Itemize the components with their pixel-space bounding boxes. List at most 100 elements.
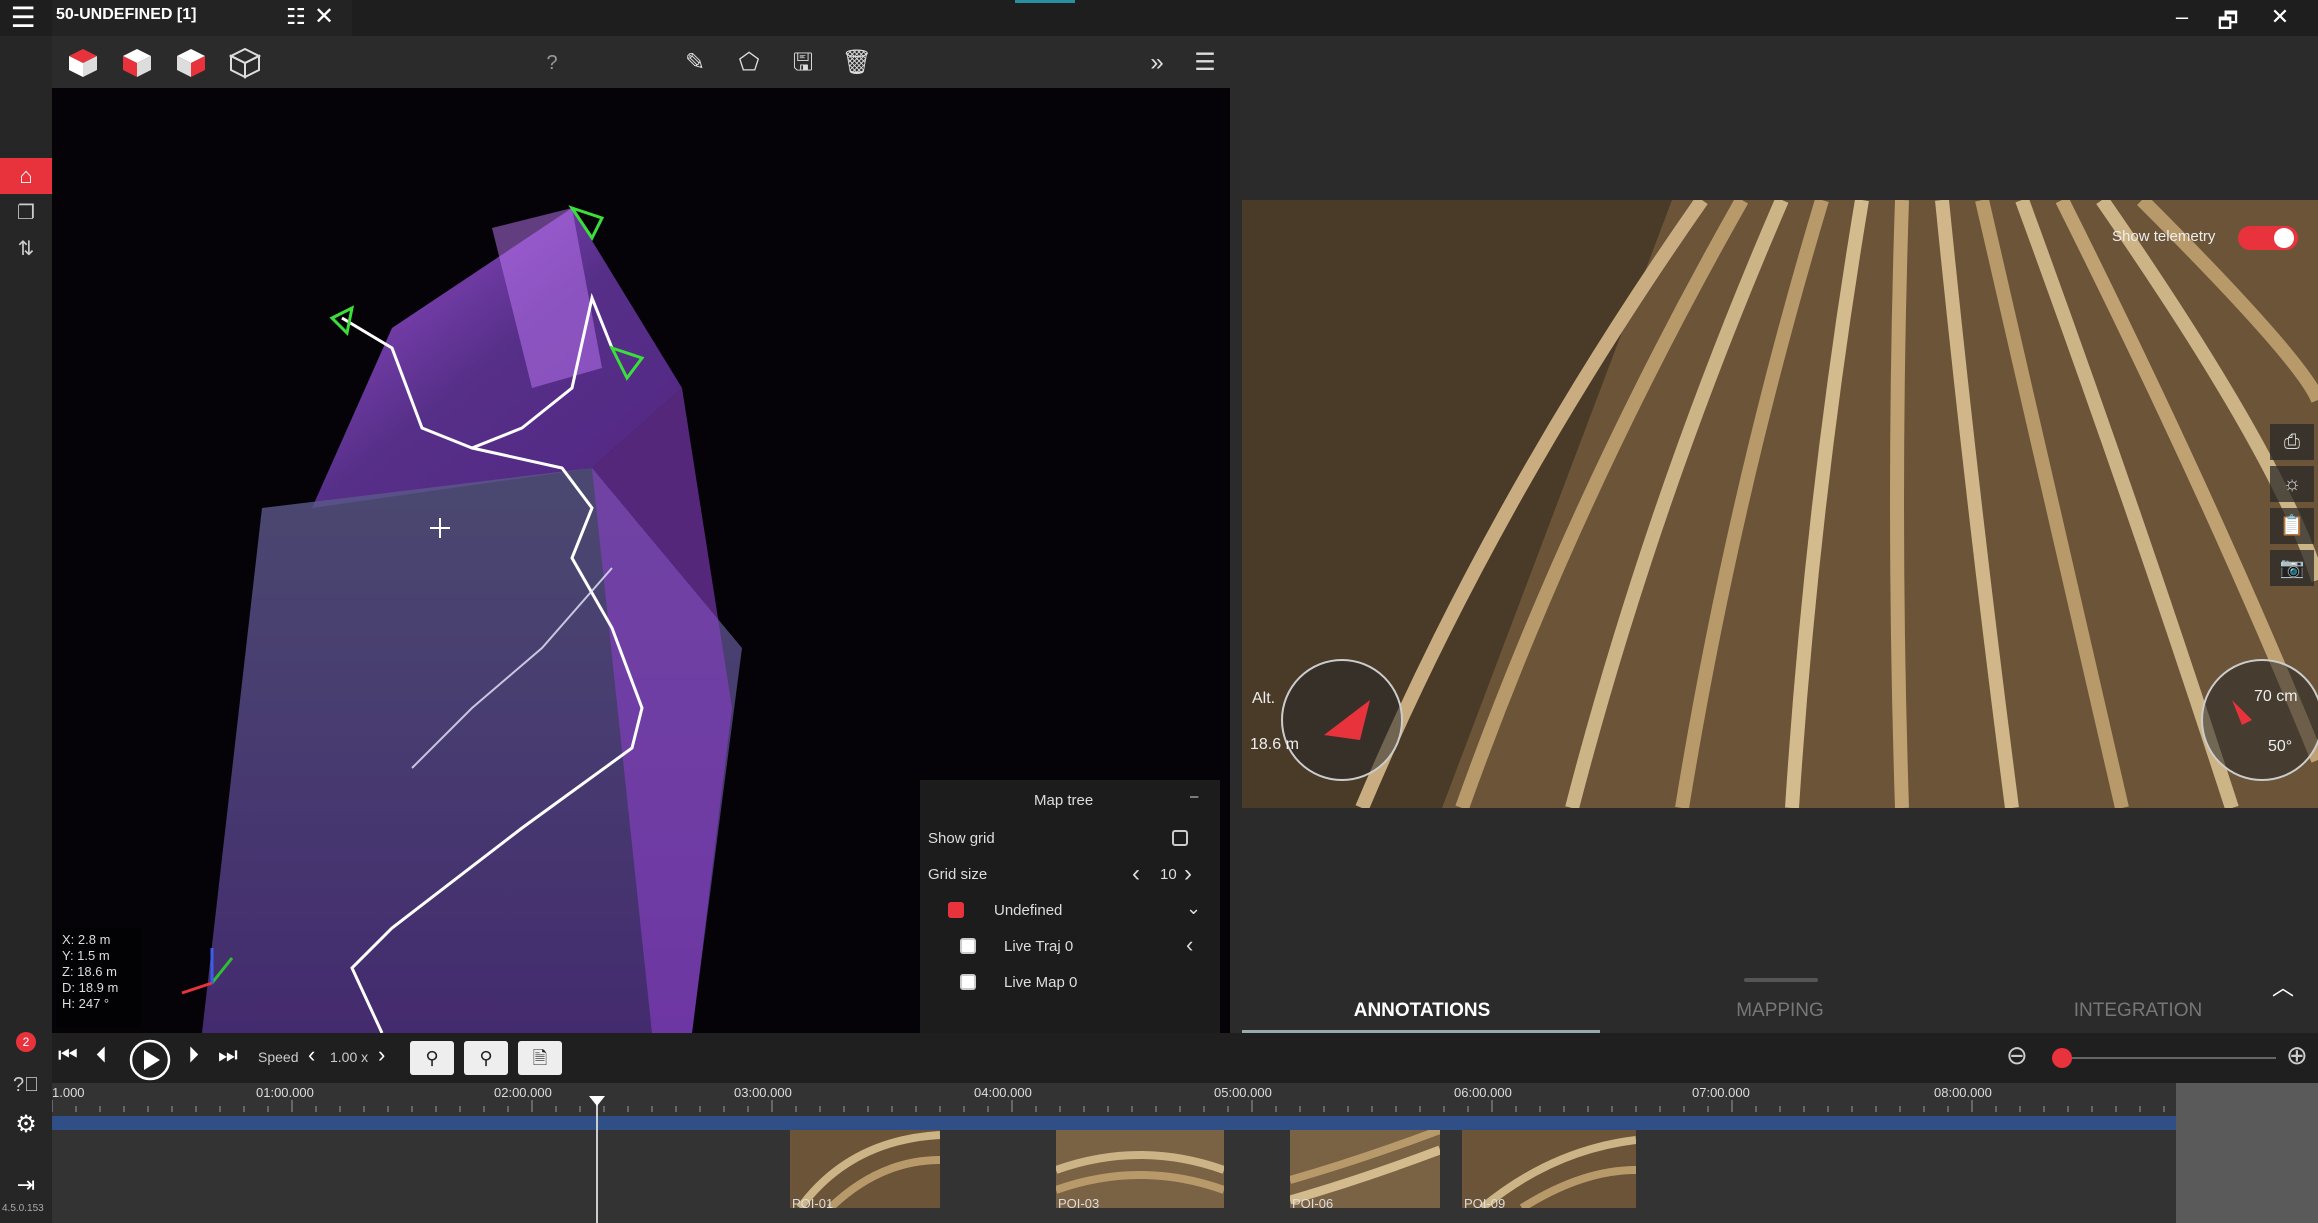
grid-size-label: Grid size bbox=[928, 866, 988, 883]
speed-increase-icon[interactable]: › bbox=[378, 1042, 385, 1068]
tick-label: 08:00.000 bbox=[1934, 1085, 1992, 1100]
tick-label: 07:00.000 bbox=[1692, 1085, 1750, 1100]
grid-size-increase-icon[interactable]: › bbox=[1184, 860, 1192, 888]
altitude-value: 18.6 m bbox=[1250, 736, 1299, 753]
step-forward-icon[interactable]: ⏵ bbox=[188, 1042, 199, 1068]
pencil-icon[interactable]: ✎ bbox=[678, 46, 712, 80]
add-poi-icon[interactable]: ⚲ bbox=[410, 1041, 454, 1075]
coord-h: H: 247 ° bbox=[62, 996, 110, 1011]
altitude-label: Alt. bbox=[1252, 690, 1276, 707]
gear-icon[interactable]: ⚙ bbox=[8, 1110, 44, 1138]
distance-value: 70 cm bbox=[2254, 688, 2298, 705]
toggle-knob bbox=[2274, 228, 2294, 248]
tick-label: 01:00.000 bbox=[256, 1085, 314, 1100]
view-cube-side-icon[interactable] bbox=[174, 46, 208, 80]
camera-feed[interactable] bbox=[1242, 200, 2318, 808]
step-back-icon[interactable]: ⏴ bbox=[96, 1042, 107, 1068]
polygon-icon[interactable]: ⬠ bbox=[732, 46, 766, 80]
light-icon[interactable]: ☼ bbox=[2270, 466, 2314, 502]
help-icon[interactable]: ?⃝ bbox=[8, 1074, 44, 1102]
chevron-left-icon[interactable]: ‹ bbox=[1186, 932, 1193, 958]
tick-label: 04:00.000 bbox=[974, 1085, 1032, 1100]
timeline-ruler bbox=[52, 1100, 2165, 1112]
camera-image bbox=[1242, 200, 2318, 808]
tick-label: 05:00.000 bbox=[1214, 1085, 1272, 1100]
list-icon[interactable]: ☷ bbox=[286, 4, 306, 30]
view-cube-top-icon[interactable] bbox=[66, 46, 100, 80]
tab-close-icon[interactable]: ✕ bbox=[314, 2, 334, 31]
coordinates-readout: X: 2.8 m Y: 1.5 m Z: 18.6 m D: 18.9 m H:… bbox=[56, 928, 141, 1028]
tick-label: 1.000 bbox=[52, 1085, 85, 1100]
timeline-track[interactable] bbox=[52, 1116, 2176, 1130]
hamburger-menu-icon[interactable]: ☰ bbox=[6, 4, 40, 32]
poi-settings-icon[interactable]: ⚲ bbox=[464, 1041, 508, 1075]
document-title: 50-UNDEFINED [1] bbox=[56, 6, 197, 23]
zoom-slider-track[interactable] bbox=[2060, 1057, 2276, 1059]
notification-badge[interactable]: 2 bbox=[16, 1032, 36, 1052]
chevron-down-icon[interactable]: ⌄ bbox=[1186, 898, 1201, 919]
layer-undefined-checkbox[interactable] bbox=[948, 902, 964, 918]
show-grid-checkbox[interactable] bbox=[1172, 830, 1188, 846]
zoom-out-icon[interactable]: ⊖ bbox=[2006, 1040, 2028, 1071]
poi-label: POI-01 bbox=[792, 1196, 834, 1211]
layer-live-map-checkbox[interactable] bbox=[960, 974, 976, 990]
play-icon[interactable] bbox=[128, 1038, 172, 1082]
tab-mapping[interactable]: MAPPING bbox=[1600, 1000, 1960, 1022]
panel-splitter[interactable] bbox=[1744, 978, 1818, 982]
view-cube-front-icon[interactable] bbox=[120, 46, 154, 80]
coord-z: Z: 18.6 m bbox=[62, 964, 117, 979]
tab-integration[interactable]: INTEGRATION bbox=[1958, 1000, 2318, 1022]
logout-icon[interactable]: ⇥ bbox=[8, 1172, 44, 1198]
version-label: 4.5.0.153 bbox=[2, 1203, 44, 1214]
speed-value: 1.00 x bbox=[330, 1049, 369, 1065]
sliders-icon[interactable]: ☰ bbox=[1188, 46, 1222, 80]
zoom-slider-handle[interactable] bbox=[2052, 1048, 2072, 1068]
pages-icon[interactable]: ❐ bbox=[0, 200, 52, 228]
poi-label: POI-06 bbox=[1292, 1196, 1334, 1211]
home-icon[interactable]: ⌂ bbox=[0, 158, 52, 194]
sort-icon[interactable]: ⇅ bbox=[0, 236, 52, 264]
trash-icon[interactable]: 🗑 bbox=[840, 46, 874, 80]
tab-annotations[interactable]: ANNOTATIONS bbox=[1242, 1000, 1602, 1022]
close-button[interactable]: ✕ bbox=[2260, 4, 2300, 30]
coord-d: D: 18.9 m bbox=[62, 980, 119, 995]
angle-value: 50° bbox=[2268, 738, 2293, 755]
coord-x: X: 2.8 m bbox=[62, 932, 111, 947]
camera-icon[interactable]: 📷 bbox=[2270, 550, 2314, 586]
coord-y: Y: 1.5 m bbox=[62, 948, 110, 963]
grid-size-value: 10 bbox=[1160, 866, 1177, 883]
layer-live-map-label: Live Map 0 bbox=[1004, 974, 1078, 991]
poi-label: POI-09 bbox=[1464, 1196, 1506, 1211]
poi-label: POI-03 bbox=[1058, 1196, 1100, 1211]
speed-decrease-icon[interactable]: ‹ bbox=[308, 1042, 315, 1068]
layer-undefined-label: Undefined bbox=[994, 902, 1063, 919]
tick-label: 03:00.000 bbox=[734, 1085, 792, 1100]
skip-end-icon[interactable]: ⏭ bbox=[218, 1042, 238, 1068]
show-grid-label: Show grid bbox=[928, 830, 995, 847]
save-icon[interactable]: 🖫 bbox=[786, 46, 820, 80]
poi-report-icon[interactable]: 🗎 bbox=[518, 1041, 562, 1075]
zoom-in-icon[interactable]: ⊕ bbox=[2286, 1040, 2308, 1071]
map-tree-collapse-button[interactable]: – bbox=[1190, 788, 1198, 805]
chevron-up-icon[interactable]: ︿ bbox=[2272, 970, 2294, 1002]
map-tree-panel: Map tree – Show grid Grid size ‹ 10 › Un… bbox=[920, 780, 1220, 1033]
camera-settings-icon[interactable]: ⎙ bbox=[2270, 424, 2314, 460]
tick-label: 06:00.000 bbox=[1454, 1085, 1512, 1100]
help-button[interactable]: ? bbox=[535, 46, 569, 80]
expand-icon[interactable]: » bbox=[1140, 46, 1174, 80]
playhead-handle[interactable] bbox=[589, 1096, 605, 1106]
speed-label: Speed bbox=[258, 1049, 299, 1065]
grid-size-decrease-icon[interactable]: ‹ bbox=[1132, 860, 1140, 888]
layer-live-traj-label: Live Traj 0 bbox=[1004, 938, 1074, 955]
playhead[interactable] bbox=[596, 1096, 598, 1223]
active-indicator bbox=[1015, 0, 1075, 3]
layer-live-traj-checkbox[interactable] bbox=[960, 938, 976, 954]
playback-bar bbox=[52, 1033, 2318, 1083]
clipboard-icon[interactable]: 📋 bbox=[2270, 508, 2314, 544]
minimize-button[interactable]: – bbox=[2162, 4, 2202, 30]
tick-label: 02:00.000 bbox=[494, 1085, 552, 1100]
show-telemetry-label: Show telemetry bbox=[2112, 228, 2216, 245]
map-tree-title: Map tree bbox=[1034, 792, 1094, 809]
skip-start-icon[interactable]: ⏮ bbox=[58, 1042, 78, 1068]
view-cube-iso-icon[interactable] bbox=[228, 46, 262, 80]
